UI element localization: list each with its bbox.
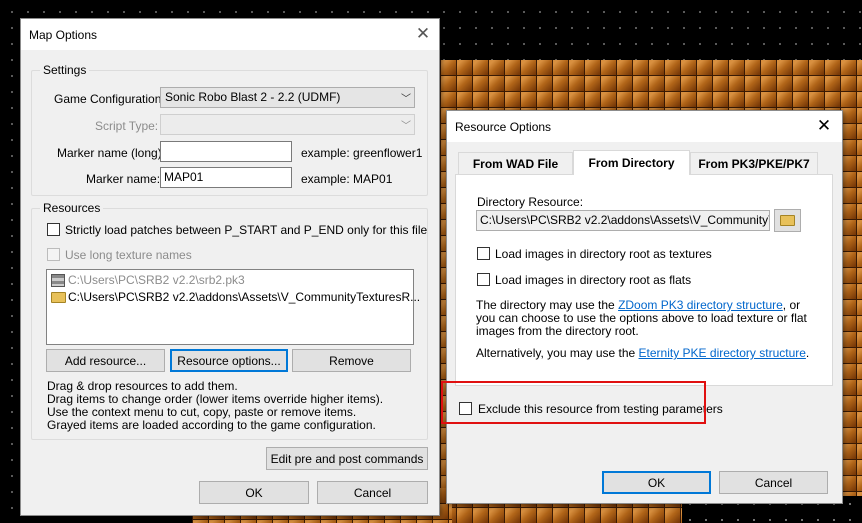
folder-icon <box>51 291 66 303</box>
resource-list[interactable]: C:\Users\PC\SRB2 v2.2\srb2.pk3 C:\Users\… <box>46 269 420 345</box>
marker-name-example: example: MAP01 <box>301 172 393 186</box>
alternative-text: Alternatively, you may use the <box>476 346 639 360</box>
marker-long-example: example: greenflower1 <box>301 146 423 160</box>
chevron-down-icon: ﹀ <box>401 94 411 105</box>
settings-group-label: Settings <box>40 63 90 77</box>
directory-label: Directory Resource: <box>477 195 584 209</box>
resource-options-title: Resource Options <box>455 119 552 134</box>
load-textures-label: Load images in directory root as texture… <box>495 247 712 261</box>
zdoom-pk3-link[interactable]: ZDoom PK3 directory structure <box>618 298 783 312</box>
load-flats-checkbox[interactable] <box>477 273 490 286</box>
ok-button[interactable]: OK <box>199 481 309 504</box>
archive-icon <box>51 273 65 287</box>
load-textures-checkbox[interactable] <box>477 247 490 260</box>
cancel-button[interactable]: Cancel <box>719 471 828 494</box>
list-item[interactable]: C:\Users\PC\SRB2 v2.2\srb2.pk3 <box>51 272 245 288</box>
marker-name-input[interactable]: MAP01 <box>160 167 292 188</box>
long-texture-checkbox[interactable] <box>47 248 60 261</box>
map-options-title: Map Options <box>29 27 98 42</box>
strict-patches-label: Strictly load patches between P_START an… <box>65 223 428 237</box>
folder-icon <box>780 215 795 226</box>
resource-options-button[interactable]: Resource options... <box>170 349 288 372</box>
load-flats-label: Load images in directory root as flats <box>495 273 692 287</box>
hint-line: Drag items to change order (lower items … <box>47 392 384 406</box>
ok-button[interactable]: OK <box>602 471 711 494</box>
tab-from-pk3[interactable]: From PK3/PKE/PK7 <box>690 152 818 174</box>
close-icon[interactable]: ✕ <box>814 116 834 136</box>
game-config-value: Sonic Robo Blast 2 - 2.2 (UDMF) <box>165 90 341 104</box>
map-options-dialog: Map Options ✕ Settings Game Configuratio… <box>20 18 440 516</box>
highlight-box <box>441 381 706 424</box>
tab-from-directory[interactable]: From Directory <box>573 150 690 175</box>
chevron-down-icon: ﹀ <box>401 121 411 132</box>
resource-options-titlebar: Resource Options <box>447 111 842 142</box>
remove-button[interactable]: Remove <box>292 349 411 372</box>
alternative-description: Alternatively, you may use the Eternity … <box>476 346 811 360</box>
edit-commands-button[interactable]: Edit pre and post commands <box>266 447 428 470</box>
game-config-select[interactable]: Sonic Robo Blast 2 - 2.2 (UDMF) ﹀ <box>160 87 415 108</box>
resource-path: C:\Users\PC\SRB2 v2.2\addons\Assets\V_Co… <box>68 290 421 304</box>
resource-options-dialog: Resource Options ✕ From WAD File From Di… <box>446 110 843 504</box>
description-text: The directory may use the <box>476 298 619 312</box>
strict-patches-checkbox[interactable] <box>47 223 60 236</box>
directory-input[interactable]: C:\Users\PC\SRB2 v2.2\addons\Assets\V_Co… <box>476 210 770 231</box>
marker-long-label: Marker name (long): <box>57 146 166 160</box>
map-options-titlebar: Map Options <box>21 19 439 50</box>
close-icon[interactable]: ✕ <box>413 24 433 44</box>
resource-path: C:\Users\PC\SRB2 v2.2\srb2.pk3 <box>68 273 245 287</box>
cancel-button[interactable]: Cancel <box>317 481 428 504</box>
alternative-text: . <box>805 346 810 360</box>
marker-name-label: Marker name: <box>86 172 161 186</box>
script-type-label: Script Type: <box>95 119 159 133</box>
hint-line: Grayed items are loaded according to the… <box>47 418 376 432</box>
browse-folder-button[interactable] <box>774 209 801 232</box>
game-config-label: Game Configuration: <box>54 92 165 106</box>
long-texture-label: Use long texture names <box>65 248 192 262</box>
script-type-select[interactable]: ﹀ <box>160 114 415 135</box>
eternity-pke-link[interactable]: Eternity PKE directory structure <box>639 346 806 360</box>
hint-line: Use the context menu to cut, copy, paste… <box>47 405 357 419</box>
add-resource-button[interactable]: Add resource... <box>46 349 165 372</box>
hint-line: Drag & drop resources to add them. <box>47 379 238 393</box>
tab-from-wad[interactable]: From WAD File <box>458 152 573 174</box>
directory-description: The directory may use the ZDoom PK3 dire… <box>476 299 811 338</box>
marker-long-input[interactable] <box>160 141 292 162</box>
resources-group-label: Resources <box>40 201 104 215</box>
list-item[interactable]: C:\Users\PC\SRB2 v2.2\addons\Assets\V_Co… <box>51 289 420 305</box>
